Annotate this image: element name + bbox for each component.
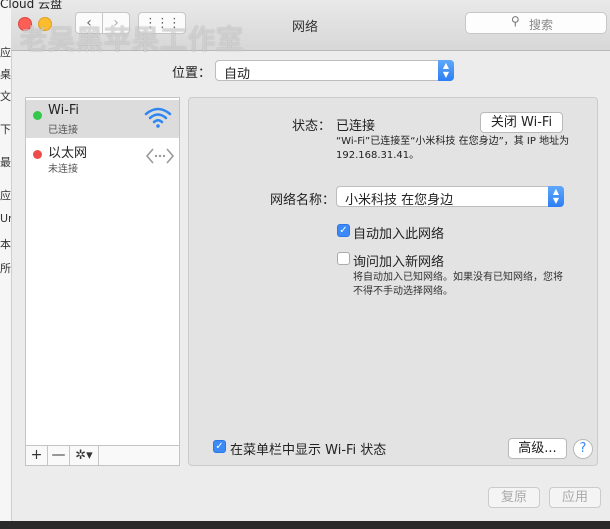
background-sidebar-item: 桌 — [0, 68, 11, 81]
show-in-menubar-label[interactable]: 在菜单栏中显示 Wi-Fi 状态 — [230, 439, 386, 458]
search-input[interactable]: ⚲ 搜索 — [465, 12, 607, 34]
background-sidebar-item: 所 — [0, 262, 11, 275]
ethernet-icon — [145, 148, 175, 164]
background-window-sidebar: 应 桌 文 下 最 应 Ur 本 所 — [0, 0, 12, 529]
show-in-menubar-checkbox[interactable]: ✓ — [213, 440, 226, 453]
service-status: 未连接 — [48, 164, 78, 175]
location-value: 自动 — [224, 67, 251, 82]
status-dot-disconnected — [33, 150, 42, 159]
background-sidebar-item: Ur — [0, 212, 11, 225]
help-button[interactable]: ? — [573, 439, 593, 459]
network-name-value: 小米科技 在您身边 — [345, 193, 454, 208]
remove-service-button[interactable]: — — [48, 446, 70, 465]
window-title: 网络 — [291, 20, 318, 35]
search-placeholder: 搜索 — [529, 18, 554, 32]
service-name: Wi-Fi — [48, 103, 80, 118]
add-service-button[interactable]: + — [26, 446, 48, 465]
background-sidebar-item: 最 — [0, 156, 11, 169]
status-label: 状态： — [292, 119, 332, 134]
service-list-toolbar: + — ✲▾ — [25, 446, 180, 466]
auto-join-label[interactable]: 自动加入此网络 — [353, 223, 444, 242]
chevron-updown-icon: ▲ ▼ — [548, 186, 564, 207]
watermark: 老吴黑苹果工作室 — [20, 25, 244, 56]
service-name: 以太网 — [48, 146, 88, 161]
window-bottom-edge — [0, 521, 610, 529]
network-name-select[interactable]: 小米科技 在您身边 ▲ ▼ — [336, 186, 564, 208]
background-window-title: Cloud 云盘 — [0, 0, 63, 11]
ask-join-checkbox[interactable] — [337, 252, 350, 265]
background-sidebar-item: 下 — [0, 123, 11, 136]
gear-menu-button[interactable]: ✲▾ — [70, 446, 99, 465]
ask-join-label[interactable]: 询问加入新网络 — [353, 251, 444, 270]
search-icon: ⚲ — [511, 14, 520, 28]
status-description: “Wi-Fi”已连接至“小米科技 在您身边”，其 IP 地址为 192.168.… — [336, 136, 570, 161]
service-status: 已连接 — [48, 125, 78, 136]
background-sidebar-item: 应 — [0, 189, 11, 202]
ask-join-description: 将自动加入已知网络。如果没有已知网络，您将不得不手动选择网络。 — [353, 272, 563, 297]
turn-off-wifi-button[interactable]: 关闭 Wi-Fi — [480, 112, 563, 133]
location-label: 位置： — [172, 66, 212, 81]
network-name-label: 网络名称： — [270, 193, 336, 208]
apply-button[interactable]: 应用 — [549, 487, 601, 508]
background-sidebar-item: 本 — [0, 238, 11, 251]
chevron-updown-icon: ▲ ▼ — [438, 60, 454, 81]
status-dot-connected — [33, 111, 42, 120]
status-value: 已连接 — [336, 119, 376, 134]
advanced-button[interactable]: 高级... — [508, 438, 567, 459]
background-sidebar-item: 应 — [0, 46, 11, 59]
service-item-ethernet[interactable]: 以太网 未连接 — [26, 139, 179, 177]
service-item-wifi[interactable]: Wi-Fi 已连接 — [26, 100, 179, 138]
location-select[interactable]: 自动 ▲ ▼ — [215, 60, 454, 82]
revert-button[interactable]: 复原 — [488, 487, 540, 508]
background-sidebar-item: 文 — [0, 90, 11, 103]
wifi-icon — [144, 107, 172, 128]
service-list: Wi-Fi 已连接 以太网 未连接 — [25, 97, 180, 446]
auto-join-checkbox[interactable]: ✓ — [337, 224, 350, 237]
